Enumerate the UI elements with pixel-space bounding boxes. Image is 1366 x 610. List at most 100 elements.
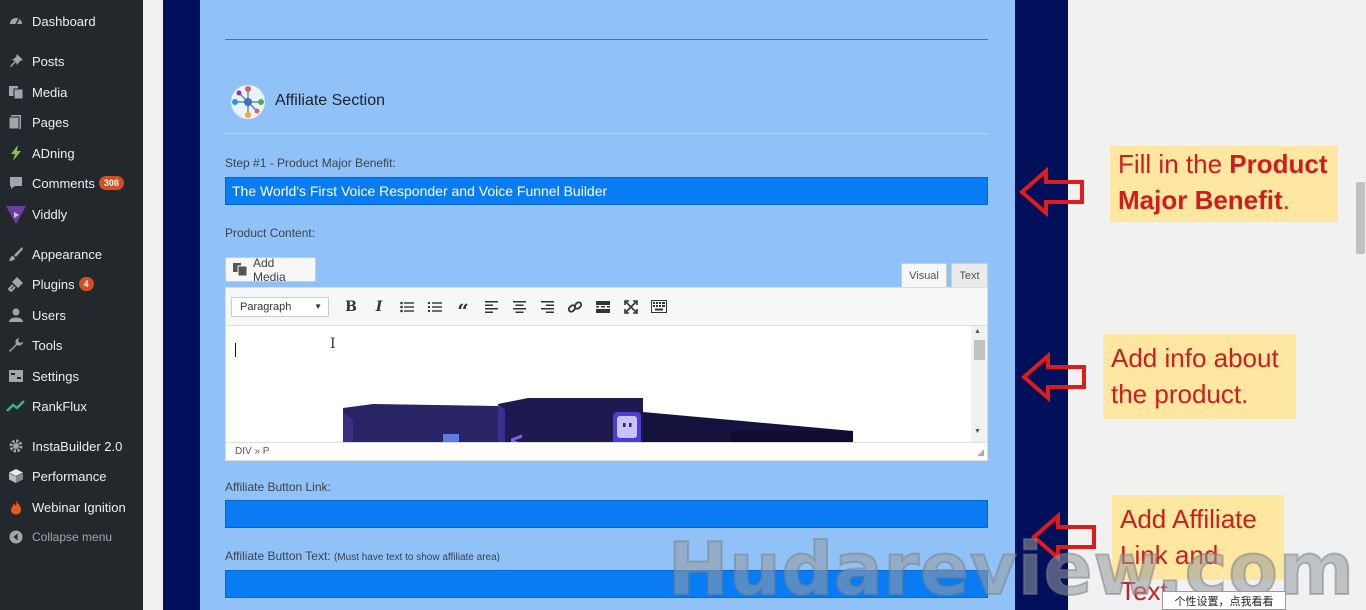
sidebar-item-appearance[interactable]: Appearance	[0, 242, 143, 266]
comments-count-badge: 308	[98, 176, 124, 190]
sidebar-item-label: Settings	[32, 368, 79, 384]
keyboard-icon	[651, 300, 667, 313]
sidebar-item-label: Users	[32, 307, 66, 323]
format-select[interactable]: Paragraph ▼	[231, 296, 329, 317]
affiliate-text-label: Affiliate Button Text: (Must have text t…	[225, 549, 500, 563]
toolbar-toggle-button[interactable]	[645, 296, 673, 318]
sidebar-item-label: InstaBuilder 2.0	[32, 438, 123, 454]
sidebar-item-label: Posts	[32, 53, 65, 69]
network-icon	[230, 84, 266, 120]
sidebar-item-label: Tools	[32, 337, 63, 353]
bullet-list-button[interactable]	[393, 296, 421, 318]
numbered-list-button[interactable]	[421, 296, 449, 318]
wrench-icon	[0, 337, 32, 353]
sidebar-item-users[interactable]: Users	[0, 303, 143, 327]
annotation-line: the product.	[1111, 379, 1249, 409]
italic-icon: I	[375, 298, 383, 315]
svg-text:voi: voi	[506, 434, 530, 442]
tooltip[interactable]: 个性设置，点我看看	[1162, 591, 1286, 610]
align-right-button[interactable]	[533, 296, 561, 318]
italic-button[interactable]: I	[365, 296, 393, 318]
scroll-down-icon[interactable]: ▼	[974, 428, 981, 435]
add-media-button[interactable]: Add Media	[225, 255, 316, 284]
sidebar-item-viddly[interactable]: Viddly	[0, 202, 143, 226]
comment-icon	[0, 175, 32, 191]
lightning-icon	[0, 145, 32, 161]
format-select-value: Paragraph	[240, 300, 292, 313]
sidebar-item-comments[interactable]: Comments 308	[0, 171, 143, 195]
settings-icon	[0, 368, 32, 384]
sidebar-item-pages[interactable]: Pages	[0, 110, 143, 134]
annotation-product-benefit: Fill in the Product Major Benefit.	[1110, 146, 1338, 222]
product-benefit-label: Step #1 - Product Major Benefit:	[225, 156, 396, 170]
add-media-label: Add Media	[253, 255, 286, 284]
sidebar-item-settings[interactable]: Settings	[0, 364, 143, 388]
media-icon	[0, 84, 32, 100]
tab-text[interactable]: Text	[951, 263, 988, 288]
scroll-up-icon[interactable]: ▲	[974, 328, 981, 335]
sidebar-item-performance[interactable]: Performance	[0, 464, 143, 488]
product-content-label: Product Content:	[225, 226, 316, 240]
annotation-product-info: Add info about the product.	[1103, 334, 1296, 419]
affiliate-link-label: Affiliate Button Link:	[225, 480, 331, 494]
sidebar-item-rankflux[interactable]: RankFlux	[0, 394, 143, 418]
resize-handle-icon[interactable]: ◢	[977, 447, 984, 458]
editor-toolbar: Paragraph ▼ B I “	[225, 287, 988, 326]
annotation-line: Fill in the Product	[1118, 146, 1330, 182]
page-scrollbar-thumb[interactable]	[1356, 182, 1365, 254]
viddly-icon	[0, 202, 32, 226]
sidebar-item-webinar-ignition[interactable]: Webinar Ignition	[0, 495, 143, 519]
align-left-icon	[484, 300, 498, 313]
arrow-left-icon	[1020, 352, 1086, 402]
tab-visual[interactable]: Visual	[901, 263, 947, 288]
annotation-bold-text: Product	[1229, 149, 1328, 179]
media-icon	[232, 262, 248, 277]
affiliate-text-hint: (Must have text to show affiliate area)	[333, 552, 500, 563]
sidebar-item-plugins[interactable]: Plugins 4	[0, 272, 143, 296]
sidebar-item-label: Performance	[32, 468, 107, 484]
product-benefit-input[interactable]: The World's First Voice Responder and Vo…	[225, 177, 988, 205]
bold-icon: B	[345, 298, 357, 315]
numbered-list-icon	[428, 301, 442, 312]
brush-icon	[0, 246, 32, 262]
fullscreen-button[interactable]	[617, 296, 645, 318]
sidebar-item-label: Pages	[32, 114, 69, 130]
sidebar-item-posts[interactable]: Posts	[0, 49, 143, 73]
sidebar-item-tools[interactable]: Tools	[0, 333, 143, 357]
annotation-text: Fill in the	[1118, 149, 1230, 179]
align-left-button[interactable]	[477, 296, 505, 318]
link-icon	[567, 300, 583, 313]
page-icon	[0, 114, 32, 130]
sidebar-item-label: Viddly	[32, 206, 68, 222]
read-more-button[interactable]	[589, 296, 617, 318]
section-title: Affiliate Section	[275, 92, 385, 109]
affiliate-link-input[interactable]	[225, 500, 988, 528]
collapse-menu-button[interactable]: Collapse menu	[0, 525, 143, 549]
chart-icon	[0, 399, 32, 413]
page-scrollbar[interactable]	[1354, 0, 1366, 610]
element-path: DIV » P	[235, 446, 270, 457]
arrow-left-icon	[1018, 167, 1084, 217]
insert-link-button[interactable]	[561, 296, 589, 318]
sidebar-item-dashboard[interactable]: Dashboard	[0, 9, 143, 33]
align-center-icon	[512, 300, 526, 313]
quote-icon: “	[457, 298, 469, 323]
annotation-line: Add info about	[1111, 343, 1279, 373]
sidebar-item-media[interactable]: Media	[0, 80, 143, 104]
scrollbar-thumb[interactable]	[974, 340, 985, 360]
align-center-button[interactable]	[505, 296, 533, 318]
sidebar-item-label: Plugins	[32, 276, 75, 292]
blockquote-button[interactable]: “	[449, 296, 477, 323]
annotation-line: Major Benefit.	[1118, 182, 1330, 218]
bold-button[interactable]: B	[337, 296, 365, 318]
sidebar-item-adning[interactable]: ADning	[0, 141, 143, 165]
collapse-icon	[0, 530, 32, 544]
plug-icon	[0, 276, 32, 292]
admin-sidebar: Dashboard Posts Media Pages ADning Comme…	[0, 0, 143, 610]
product-content-editor[interactable]: I voi ▲ ▼	[225, 326, 988, 442]
section-divider	[225, 39, 988, 40]
chevron-down-icon: ▼	[314, 302, 322, 311]
product-image: voi	[343, 398, 863, 442]
editor-scrollbar[interactable]: ▲ ▼	[971, 326, 987, 442]
sidebar-item-instabuilder[interactable]: InstaBuilder 2.0	[0, 434, 143, 458]
